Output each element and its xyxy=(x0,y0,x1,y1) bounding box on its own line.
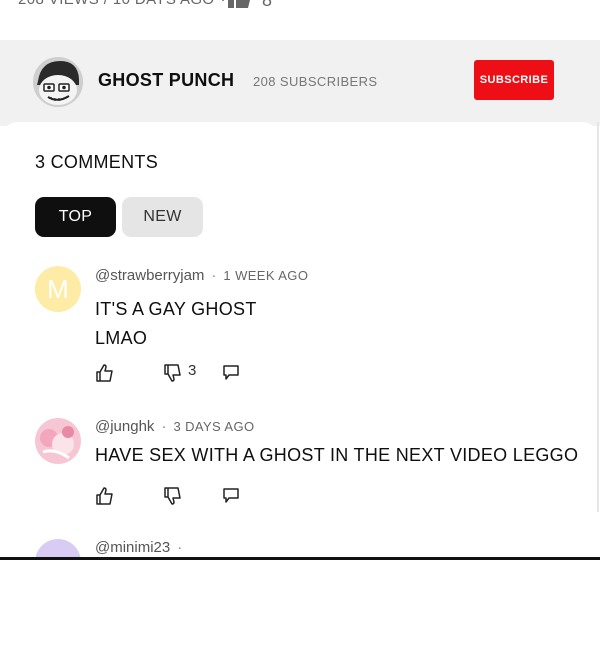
comment-author[interactable]: @junghk xyxy=(95,418,154,435)
comment-text-line: IT'S A GAY GHOST xyxy=(95,299,257,319)
dislike-count: 3 xyxy=(188,362,197,379)
channel-avatar[interactable] xyxy=(33,57,83,107)
video-stats-strip: 208 VIEWS / 10 DAYS AGO· 8 xyxy=(0,0,600,40)
dislike-icon[interactable] xyxy=(163,486,183,506)
comment-meta: @minimi23 · xyxy=(95,539,183,556)
like-count: 8 xyxy=(262,0,273,10)
empty-area xyxy=(0,560,600,648)
comment-meta: @strawberryjam · 1 WEEK AGO xyxy=(95,267,309,284)
reply-icon[interactable] xyxy=(221,486,241,506)
dislike-icon[interactable] xyxy=(163,363,183,383)
reply-icon[interactable] xyxy=(221,363,241,383)
avatar[interactable]: M xyxy=(35,266,81,312)
comment-item: M @strawberryjam · 1 WEEK AGO IT'S A GAY G… xyxy=(0,263,600,393)
channel-bar: GHOST PUNCH 208 SUBSCRIBERS SUBSCRIBE xyxy=(0,40,600,126)
comment-time: 3 DAYS AGO xyxy=(173,419,255,434)
sort-tab-top[interactable]: TOP xyxy=(35,197,116,237)
comment-time: 1 WEEK AGO xyxy=(223,268,309,283)
comment-text-line: LMAO xyxy=(95,328,148,348)
sort-tab-new[interactable]: NEW xyxy=(122,197,203,237)
comment-actions: 3 xyxy=(95,362,255,385)
channel-name[interactable]: GHOST PUNCH xyxy=(98,70,234,91)
comment-item: @minimi23 · xyxy=(0,535,600,559)
subscriber-count: 208 SUBSCRIBERS xyxy=(253,74,378,89)
comments-sheet: 3 COMMENTS TOP NEW M @strawberryjam · 1 WE… xyxy=(0,122,600,559)
like-icon[interactable] xyxy=(95,486,115,506)
comment-author[interactable]: @strawberryjam xyxy=(95,267,204,284)
like-icon[interactable] xyxy=(95,363,115,383)
comment-author[interactable]: @minimi23 xyxy=(95,539,170,556)
comment-item: @junghk · 3 DAYS AGO HAVE SEX WITH A GHOST… xyxy=(0,414,600,519)
comment-text-line: HAVE SEX WITH A GHOST IN THE NEXT VIDEO … xyxy=(95,445,579,465)
views-and-age: 208 VIEWS / 10 DAYS AGO xyxy=(18,0,215,8)
subscribe-button[interactable]: SUBSCRIBE xyxy=(474,60,554,100)
video-stats: 208 VIEWS / 10 DAYS AGO· xyxy=(18,0,232,8)
avatar[interactable] xyxy=(35,539,81,559)
comment-actions xyxy=(95,486,255,508)
avatar[interactable] xyxy=(35,418,81,464)
comments-count: 3 COMMENTS xyxy=(35,152,159,172)
thumbs-up-icon[interactable] xyxy=(226,0,252,12)
comment-meta: @junghk · 3 DAYS AGO xyxy=(95,418,255,435)
